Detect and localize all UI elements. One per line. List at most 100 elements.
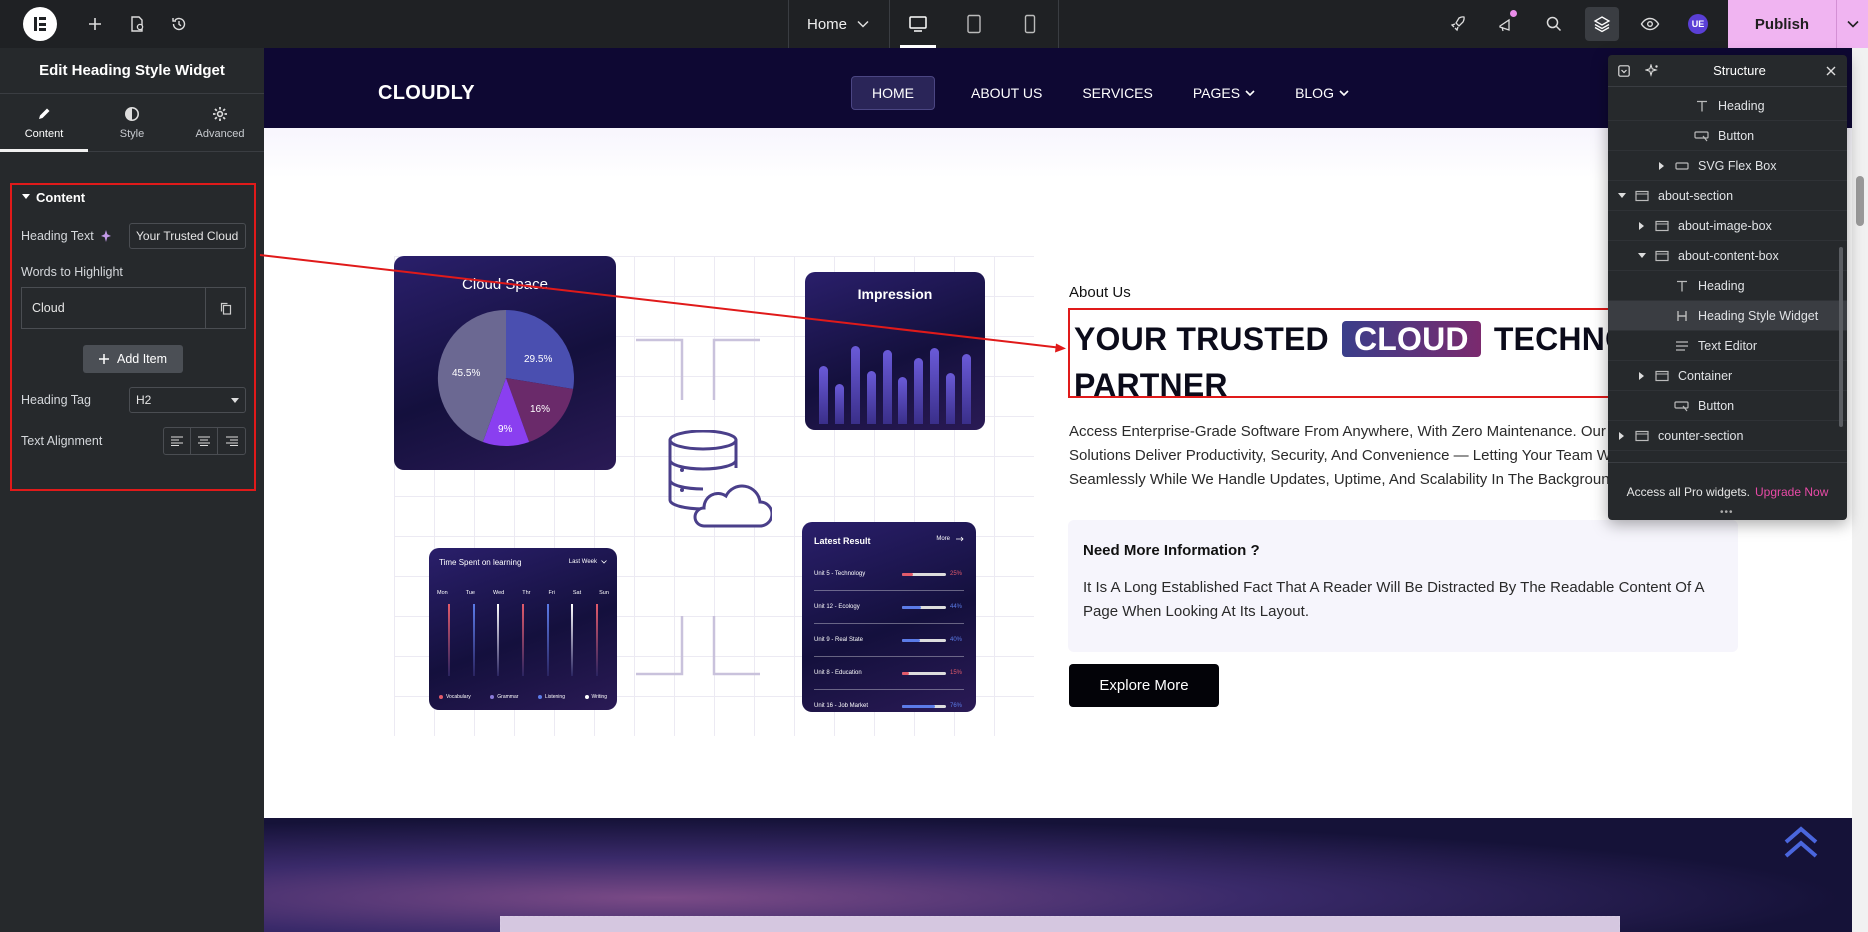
resize-handle-icon[interactable]: ••• [1720, 507, 1734, 518]
site-brand[interactable]: CLOUDLY [378, 82, 475, 105]
day-bar [546, 604, 549, 676]
structure-item[interactable]: Heading Style Widget [1608, 301, 1847, 331]
scroll-top-icon[interactable] [1784, 826, 1818, 862]
legend-item: Grammar [490, 694, 518, 700]
structure-scrollbar[interactable] [1839, 97, 1843, 447]
tablet-view-button[interactable] [946, 0, 1002, 48]
caret-right-icon[interactable] [1656, 161, 1668, 170]
legend-dot [439, 695, 443, 699]
page-name: Home [807, 15, 848, 33]
heading-style-widget[interactable]: YOUR TRUSTED CLOUD TECHNOLOGY PARTNER [1068, 308, 1628, 398]
rocket-icon[interactable] [1434, 0, 1482, 48]
align-center-button[interactable] [191, 428, 218, 454]
menu-item-about[interactable]: ABOUT US [952, 76, 1061, 110]
container-icon [1654, 370, 1670, 382]
structure-item[interactable]: counter-section [1608, 421, 1847, 451]
site-menu: HOME ABOUT US SERVICES PAGES BLOG [851, 76, 1370, 110]
close-icon[interactable] [1815, 66, 1847, 76]
legend-item: Vocabulary [439, 694, 471, 700]
time-spent-legend: Vocabulary Grammar Listening Writing [439, 694, 607, 700]
caret-down-icon[interactable] [1616, 192, 1628, 199]
publish-button[interactable]: Publish [1728, 0, 1836, 48]
add-item-button[interactable]: Add Item [83, 345, 183, 373]
align-left-button[interactable] [164, 428, 191, 454]
caret-down-icon[interactable] [1636, 252, 1648, 259]
mobile-view-button[interactable] [1002, 0, 1058, 48]
structure-item[interactable]: Text Editor [1608, 331, 1847, 361]
day-label: Mon [437, 590, 448, 596]
menu-item-pages[interactable]: PAGES [1174, 76, 1274, 110]
mobile-icon [1024, 14, 1036, 34]
container-icon [1634, 430, 1650, 442]
ai-sparkle-icon[interactable] [1640, 63, 1664, 78]
counter-section-band [264, 818, 1852, 932]
align-right-button[interactable] [218, 428, 245, 454]
duplicate-item-button[interactable] [205, 288, 245, 328]
drop-area [500, 916, 1620, 932]
structure-item-label: Button [1698, 398, 1735, 413]
structure-item[interactable]: Button [1608, 391, 1847, 421]
upgrade-now-link[interactable]: Upgrade Now [1755, 485, 1828, 499]
text-icon [1694, 99, 1710, 113]
tab-content[interactable]: Content [0, 94, 88, 152]
impression-bar [946, 373, 955, 424]
structure-item[interactable]: Container [1608, 361, 1847, 391]
impression-bars [819, 318, 971, 424]
menu-item-home[interactable]: HOME [851, 76, 935, 110]
preview-eye-icon[interactable] [1626, 0, 1674, 48]
chevron-down-icon [1846, 20, 1859, 28]
publish-options-button[interactable] [1836, 0, 1868, 48]
structure-item[interactable]: about-image-box [1608, 211, 1847, 241]
legend-dot [584, 695, 589, 699]
menu-item-blog[interactable]: BLOG [1276, 76, 1368, 110]
more-link[interactable]: More [936, 536, 964, 542]
day-bar [472, 604, 475, 676]
structure-item[interactable]: Heading [1608, 91, 1847, 121]
structure-scroll-thumb[interactable] [1839, 247, 1843, 427]
text-icon [1674, 279, 1690, 293]
words-highlight-row: Words to Highlight [12, 265, 254, 279]
whats-new-icon[interactable] [1482, 0, 1530, 48]
desktop-view-button[interactable] [890, 0, 946, 48]
caret-right-icon[interactable] [1616, 431, 1628, 440]
caret-right-icon[interactable] [1636, 371, 1648, 380]
history-icon[interactable] [158, 0, 200, 48]
heading-tag-select[interactable]: H2 [129, 387, 246, 413]
tab-advanced[interactable]: Advanced [176, 94, 264, 151]
day-label: Wed [492, 590, 505, 596]
user-avatar[interactable]: UE [1688, 14, 1708, 34]
canvas-scrollbar[interactable] [1852, 48, 1868, 932]
ai-sparkle-icon[interactable] [100, 230, 112, 242]
structure-item[interactable]: SVG Flex Box [1608, 151, 1847, 181]
structure-item-label: Container [1678, 368, 1733, 383]
structure-item[interactable]: Heading [1608, 271, 1847, 301]
notification-dot [1510, 10, 1517, 17]
elementor-logo-icon[interactable] [23, 7, 57, 41]
highlight-repeater-item[interactable]: Cloud [21, 287, 246, 329]
search-icon[interactable] [1530, 0, 1578, 48]
plus-icon [98, 354, 109, 364]
desktop-icon [909, 16, 927, 32]
page-settings-icon[interactable] [116, 0, 158, 48]
time-spent-filter[interactable]: Last Week [569, 559, 607, 565]
explore-more-button[interactable]: Explore More [1069, 664, 1219, 707]
collapse-all-icon[interactable] [1608, 64, 1640, 77]
heading-text-input[interactable]: Your Trusted Cloud [129, 223, 246, 249]
content-section: Content Heading Text Your Trusted Cloud … [10, 183, 256, 491]
tab-style[interactable]: Style [88, 94, 176, 151]
layers-icon[interactable] [1585, 7, 1619, 41]
chevron-down-icon [1339, 89, 1349, 96]
structure-item[interactable]: Button [1608, 121, 1847, 151]
menu-item-services[interactable]: SERVICES [1063, 76, 1172, 110]
info-title: Need More Information ? [1083, 542, 1260, 559]
caret-right-icon[interactable] [1636, 221, 1648, 230]
page-selector[interactable]: Home [789, 0, 891, 48]
add-element-icon[interactable] [74, 0, 116, 48]
structure-item[interactable]: about-content-box [1608, 241, 1847, 271]
section-heading: YOUR TRUSTED CLOUD TECHNOLOGY PARTNER [1074, 321, 1626, 398]
scrollbar-thumb[interactable] [1856, 176, 1864, 226]
structure-item[interactable]: about-section [1608, 181, 1847, 211]
structure-item-label: Button [1718, 128, 1755, 143]
impression-bar [866, 371, 876, 424]
content-section-toggle[interactable]: Content [12, 187, 254, 207]
